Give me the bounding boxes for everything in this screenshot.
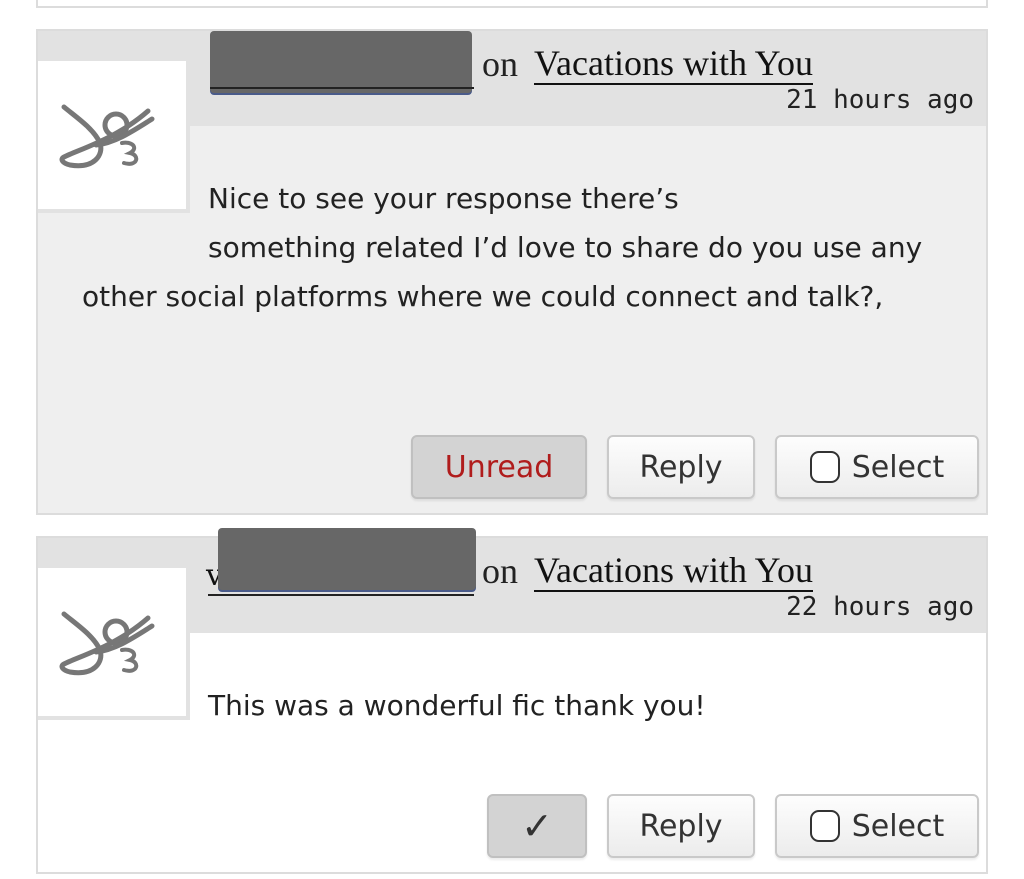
comment-text-line1: Nice to see your response there’s: [208, 182, 679, 215]
select-button[interactable]: Select: [775, 794, 979, 858]
on-label: on: [482, 551, 518, 591]
ao3-logo-icon: [59, 104, 155, 169]
on-label: on: [482, 44, 518, 84]
comment-card: on Vacations with You 21 hours ago Nice …: [36, 29, 988, 515]
comment-text-line1: This was a wonderful fic thank you!: [208, 689, 706, 722]
select-button[interactable]: Select: [775, 435, 979, 499]
comment-body: Nice to see your response there’s someth…: [82, 174, 946, 321]
reply-button-label: Reply: [639, 449, 723, 485]
comment-card: v on Vacations with You 22 hours ago Thi…: [36, 528, 988, 874]
comment-timestamp: 22 hours ago: [786, 592, 974, 622]
reply-button[interactable]: Reply: [607, 435, 755, 499]
comment-body: This was a wonderful fic thank you!: [82, 681, 946, 730]
unread-button[interactable]: Unread: [411, 435, 587, 499]
checkmark-icon: ✓: [521, 804, 553, 848]
checkbox-icon[interactable]: [809, 810, 840, 842]
author-name-redacted: [210, 31, 472, 93]
reply-button[interactable]: Reply: [607, 794, 755, 858]
work-title-link[interactable]: Vacations with You: [534, 550, 814, 592]
author-link-underline: [210, 87, 474, 89]
author-name-redacted: [218, 528, 476, 590]
checkbox-icon[interactable]: [809, 451, 840, 483]
mark-read-button[interactable]: ✓: [487, 794, 587, 858]
author-link-underline: [208, 594, 474, 596]
comment-timestamp: 21 hours ago: [786, 85, 974, 115]
ao3-logo-icon: [59, 611, 155, 676]
reply-button-label: Reply: [639, 808, 723, 844]
previous-comment-edge: [36, 0, 988, 8]
select-button-label: Select: [851, 449, 945, 485]
work-title-link[interactable]: Vacations with You: [534, 43, 814, 85]
comment-text-rest: something related I’d love to share do y…: [82, 231, 923, 313]
unread-button-label: Unread: [444, 449, 554, 485]
select-button-label: Select: [851, 808, 945, 844]
